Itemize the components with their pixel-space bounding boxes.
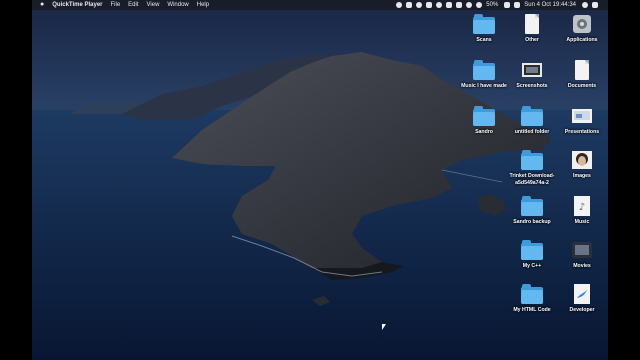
desktop-icon-label: Scans [476,37,492,43]
status-app-icon[interactable] [426,2,433,8]
desktop-icon-sandro-backup[interactable]: Sandro backup [504,196,560,240]
keyboard-flag-icon[interactable] [514,2,521,8]
document-icon [521,14,543,34]
notification-center-icon[interactable] [592,2,598,8]
desktop-icon-label: My C++ [522,263,542,269]
desktop-icon-label: untitled folder [514,129,550,135]
desktop-icon-my-html-code[interactable]: My HTML Code [504,284,560,328]
desktop-icon-movies[interactable]: Movies [554,240,608,284]
menu-file[interactable]: File [110,2,120,8]
music-icon: ♪ [571,196,593,216]
folder-icon [473,106,495,126]
battery-percent[interactable]: 50% [486,2,498,8]
battery-icon[interactable] [504,2,511,8]
spotlight-search-icon[interactable] [582,2,588,8]
apple-menu-icon[interactable]: ● [40,0,44,10]
desktop-icon-label: Music [574,219,590,225]
desktop-icon-label: Movies [573,263,591,269]
wifi-icon[interactable] [476,2,483,8]
folder-icon [473,60,495,80]
developer-icon [571,284,593,304]
folder-icon [473,14,495,34]
menu-app-name[interactable]: QuickTime Player [52,2,102,8]
status-app-icon[interactable] [456,2,463,8]
desktop-icon-music[interactable]: ♪ Music [554,196,608,240]
folder-icon [521,240,543,260]
desktop-icon-label: My HTML Code [513,307,551,313]
menu-clock[interactable]: Sun 4 Oct 19:44:34 [524,2,576,8]
folder-icon [521,284,543,304]
desktop-icon-grid: Scans Other Applications Music I have ma… [32,10,608,360]
desktop-icon-label: Applications [566,37,598,43]
desktop-icon-label: Sandro backup [513,219,551,225]
status-app-icon[interactable] [416,2,423,8]
desktop-icon-screenshots[interactable]: Screenshots [504,60,560,104]
desktop-icon-label: Music I have made [461,83,507,89]
desktop-icon-label: Images [573,173,591,179]
desktop-icon-applications[interactable]: Applications [554,14,608,58]
desktop-icon-images[interactable]: Images [554,150,608,194]
desktop-icon-label: Documents [567,83,597,89]
desktop-icon-label: Trinket Download-a5d549a74a-2 [509,173,555,186]
time-machine-icon[interactable] [466,2,473,8]
desktop-icon-label: Presentations [564,129,600,135]
menu-window[interactable]: Window [167,2,188,8]
desktop-wallpaper: Scans Other Applications Music I have ma… [32,10,608,360]
status-app-icon[interactable] [406,2,413,8]
desktop-icon-label: Screenshots [516,83,548,89]
menu-help[interactable]: Help [197,2,209,8]
record-status-icon[interactable] [396,2,403,8]
svg-text:♪: ♪ [579,202,585,213]
desktop-icon-documents[interactable]: Documents [554,60,608,104]
applications-drive-icon [571,14,593,34]
folder-icon [521,106,543,126]
desktop-icon-my-cpp[interactable]: My C++ [504,240,560,284]
desktop-icon-presentations[interactable]: Presentations [554,106,608,150]
desktop-screen: Scans Other Applications Music I have ma… [32,0,608,360]
screenshot-icon [521,60,543,80]
desktop-icon-label: Sandro [475,129,493,135]
desktop-icon-developer[interactable]: Developer [554,284,608,328]
folder-icon [521,150,543,170]
menu-bar: ● QuickTime Player File Edit View Window… [32,0,608,10]
desktop-icon-label: Other [525,37,539,43]
desktop-icon-other[interactable]: Other [504,14,560,58]
desktop-icon-label: Developer [569,307,595,313]
menu-edit[interactable]: Edit [128,2,138,8]
presentation-icon [571,106,593,126]
menu-view[interactable]: View [147,2,160,8]
desktop-icon-untitled-folder[interactable]: untitled folder [504,106,560,150]
mouse-pointer-icon [382,324,386,330]
document-icon [571,60,593,80]
movies-icon [571,240,593,260]
status-app-icon[interactable] [436,2,443,8]
folder-icon [521,196,543,216]
images-icon [571,150,593,170]
desktop-icon-trinket-download[interactable]: Trinket Download-a5d549a74a-2 [504,150,560,194]
status-area: 50% Sun 4 Oct 19:44:34 [396,0,602,10]
status-app-icon[interactable] [446,2,453,8]
